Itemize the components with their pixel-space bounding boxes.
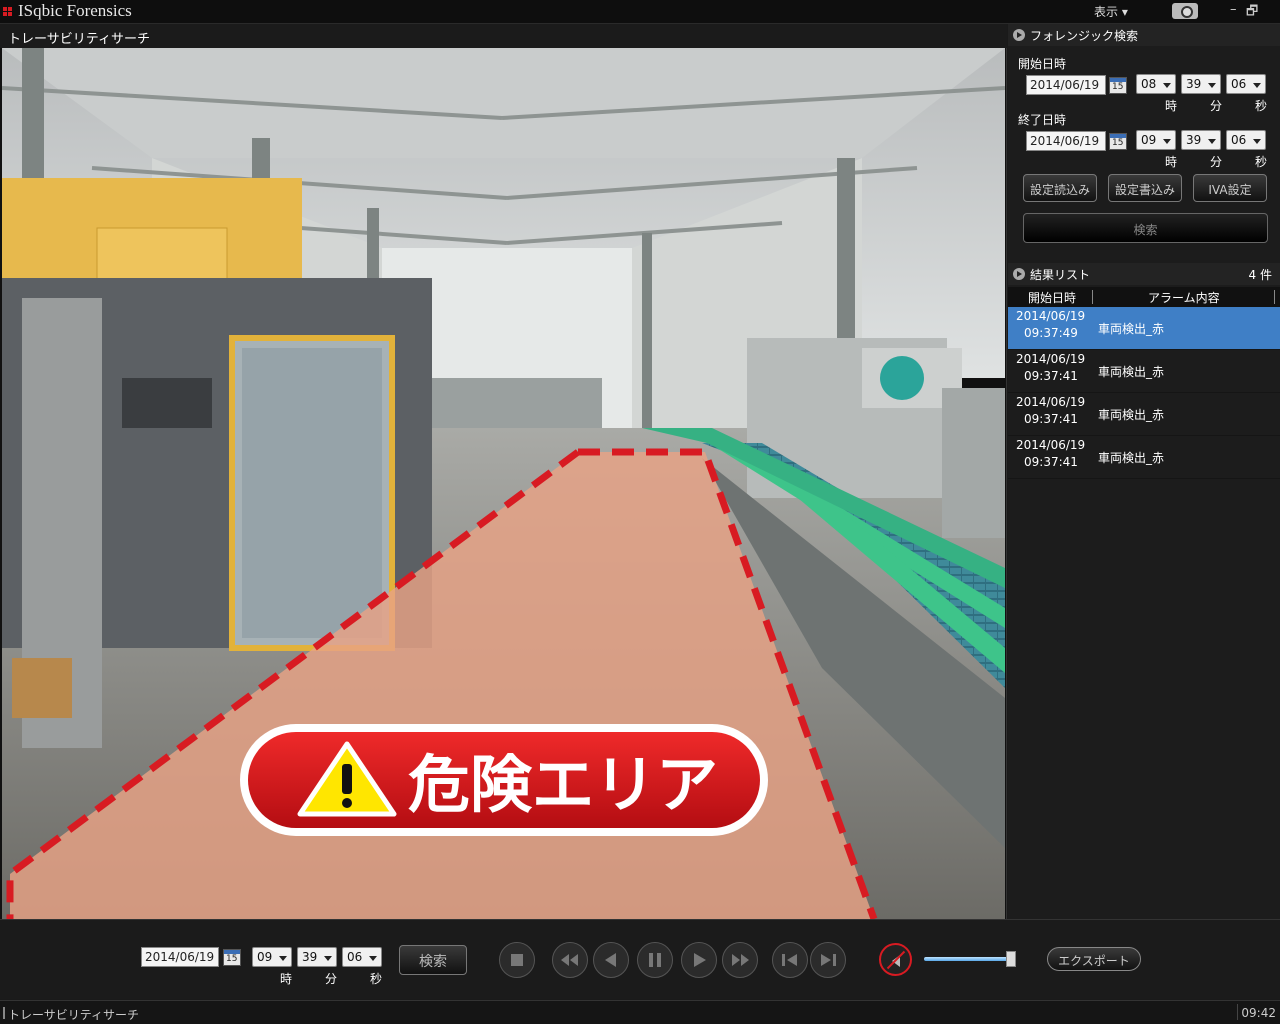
video-panel-title: トレーサビリティサーチ: [0, 24, 1007, 48]
status-clock: 09:42: [1241, 1006, 1276, 1020]
status-bar: トレーサビリティサーチ 09:42: [0, 1000, 1280, 1024]
stop-button[interactable]: [499, 942, 535, 978]
step-forward-button[interactable]: [810, 942, 846, 978]
minute-unit: 分: [325, 972, 338, 986]
forensic-search-button[interactable]: 検索: [1023, 213, 1268, 243]
result-row[interactable]: 2014/06/19 09:37:41 車両検出_赤: [1008, 436, 1280, 479]
collapse-arrow-icon[interactable]: [1013, 268, 1025, 280]
start-hour-select[interactable]: 08: [1136, 74, 1176, 94]
end-date-field[interactable]: 2014/06/19: [1026, 131, 1106, 151]
hour-unit: 時: [1165, 99, 1178, 113]
minimize-button[interactable]: –: [1230, 2, 1237, 17]
volume-slider[interactable]: [924, 957, 1012, 961]
restore-button[interactable]: 🗗: [1246, 2, 1258, 24]
reverse-play-icon: [605, 953, 616, 967]
minute-unit: 分: [1210, 155, 1223, 169]
playback-date-field[interactable]: 2014/06/19: [141, 947, 219, 967]
result-row[interactable]: 2014/06/19 09:37:41 車両検出_赤: [1008, 350, 1280, 393]
result-row[interactable]: 2014/06/19 09:37:41 車両検出_赤: [1008, 393, 1280, 436]
title-bar: ISqbic Forensics 表示 ▾ – 🗗: [0, 0, 1280, 24]
stop-icon: [511, 954, 523, 966]
video-panel: トレーサビリティサーチ 危険エリア: [0, 24, 1007, 919]
end-hour-select[interactable]: 09: [1136, 130, 1176, 150]
pause-button[interactable]: [637, 942, 673, 978]
second-unit: 秒: [1255, 99, 1268, 113]
mute-icon: [892, 955, 900, 967]
result-row[interactable]: 2014/06/19 09:37:49 車両検出_赤: [1008, 307, 1280, 350]
start-calendar-icon[interactable]: 15: [1109, 77, 1127, 94]
end-calendar-icon[interactable]: 15: [1109, 133, 1127, 150]
end-datetime-label: 終了日時: [1018, 113, 1067, 127]
factory-scene: 危険エリア: [2, 48, 1005, 919]
result-list-header[interactable]: 結果リスト 4 件: [1008, 263, 1280, 285]
column-alarm-content[interactable]: アラーム内容: [1148, 289, 1220, 306]
playback-calendar-icon[interactable]: 15: [223, 949, 241, 966]
iva-settings-button[interactable]: IVA設定: [1193, 174, 1267, 202]
playback-minute-select[interactable]: 39: [297, 947, 337, 967]
second-unit: 秒: [370, 972, 383, 986]
forensic-search-title: フォレンジック検索: [1030, 29, 1139, 43]
fast-rewind-button[interactable]: [552, 942, 588, 978]
snapshot-camera-icon[interactable]: [1172, 3, 1198, 19]
playback-second-select[interactable]: 06: [342, 947, 382, 967]
pause-icon: [649, 953, 661, 967]
load-settings-button[interactable]: 設定読込み: [1023, 174, 1097, 202]
play-button[interactable]: [681, 942, 717, 978]
status-mode: トレーサビリティサーチ: [2, 1007, 140, 1022]
step-back-button[interactable]: [772, 942, 808, 978]
forensic-search-header[interactable]: フォレンジック検索: [1008, 24, 1280, 46]
start-second-select[interactable]: 06: [1226, 74, 1266, 94]
collapse-arrow-icon[interactable]: [1013, 29, 1025, 41]
hour-unit: 時: [280, 972, 293, 986]
playback-hour-select[interactable]: 09: [252, 947, 292, 967]
app-title: ISqbic Forensics: [18, 1, 132, 20]
fast-forward-button[interactable]: [722, 942, 758, 978]
save-settings-button[interactable]: 設定書込み: [1108, 174, 1182, 202]
app-logo-icon: [3, 7, 13, 17]
result-list: 2014/06/19 09:37:49 車両検出_赤 2014/06/19 09…: [1008, 307, 1280, 479]
mute-button[interactable]: [879, 943, 912, 976]
right-panel: フォレンジック検索 開始日時 2014/06/19 15 08 39 06 時 …: [1008, 24, 1280, 919]
end-second-select[interactable]: 06: [1226, 130, 1266, 150]
export-button[interactable]: エクスポート: [1047, 947, 1141, 971]
camera-video-frame[interactable]: 危険エリア: [2, 48, 1005, 919]
danger-area-label: 危険エリア: [408, 748, 718, 821]
minute-unit: 分: [1210, 99, 1223, 113]
start-datetime-label: 開始日時: [1018, 57, 1067, 71]
result-list-column-header: 開始日時 アラーム内容: [1008, 287, 1280, 307]
hour-unit: 時: [1165, 155, 1178, 169]
view-menu[interactable]: 表示 ▾: [1094, 3, 1128, 20]
result-list-title: 結果リスト: [1030, 268, 1091, 282]
play-icon: [694, 953, 706, 967]
end-minute-select[interactable]: 39: [1181, 130, 1221, 150]
fast-rewind-icon: [561, 954, 578, 966]
volume-slider-thumb[interactable]: [1006, 951, 1016, 967]
start-date-field[interactable]: 2014/06/19: [1026, 75, 1106, 95]
reverse-play-button[interactable]: [593, 942, 629, 978]
result-count: 4 件: [1248, 268, 1272, 282]
start-minute-select[interactable]: 39: [1181, 74, 1221, 94]
playback-bar: 2014/06/19 15 09 39 06 時 分 秒 検索 エクスポート: [0, 919, 1280, 999]
step-back-icon: [782, 954, 797, 966]
second-unit: 秒: [1255, 155, 1268, 169]
playback-search-button[interactable]: 検索: [399, 945, 467, 975]
step-forward-icon: [821, 954, 836, 966]
column-start-datetime[interactable]: 開始日時: [1028, 289, 1076, 306]
app-window: ISqbic Forensics 表示 ▾ – 🗗 トレーサビリティサーチ 危険…: [0, 0, 1280, 1024]
fast-forward-icon: [732, 954, 749, 966]
